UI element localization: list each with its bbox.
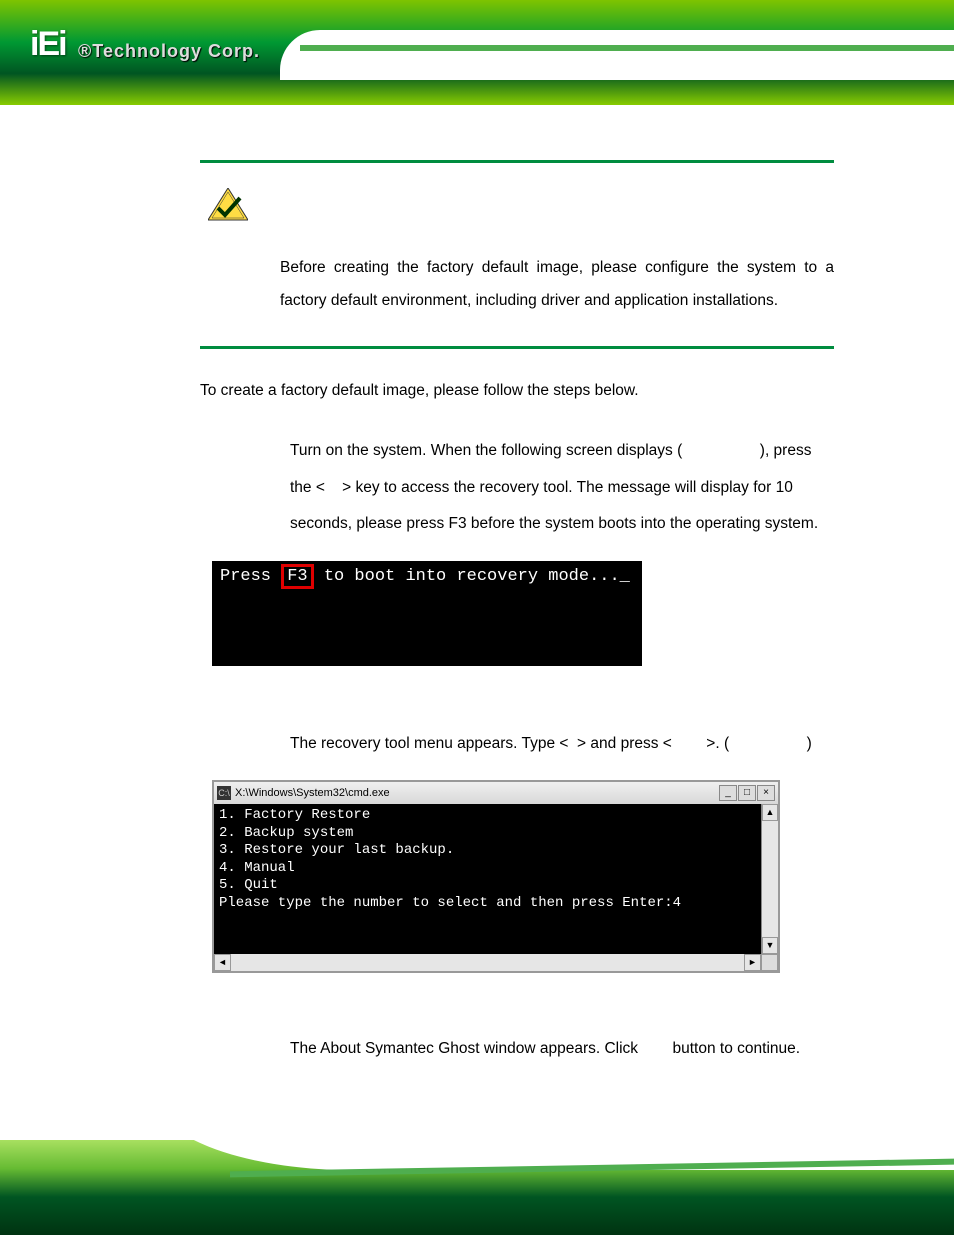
step-3: The About Symantec Ghost window appears.… — [200, 1031, 834, 1067]
step-1: Turn on the system. When the following s… — [200, 433, 834, 542]
page-content: Before creating the factory default imag… — [0, 105, 954, 1126]
note-box: Before creating the factory default imag… — [200, 160, 834, 349]
scroll-right-icon[interactable]: ► — [744, 954, 761, 971]
scroll-track[interactable] — [762, 821, 778, 937]
cmd-window: C:\ X:\Windows\System32\cmd.exe _ □ × 1.… — [212, 780, 780, 973]
checkmark-icon — [208, 188, 834, 227]
vertical-scrollbar[interactable]: ▲ ▼ — [761, 804, 778, 954]
minimize-button[interactable]: _ — [719, 785, 737, 801]
logo-mark: iEi — [30, 25, 66, 64]
scroll-left-icon[interactable]: ◄ — [214, 954, 231, 971]
scroll-track-h[interactable] — [231, 954, 744, 971]
scroll-down-icon[interactable]: ▼ — [762, 937, 778, 954]
intro-text: To create a factory default image, pleas… — [200, 379, 834, 404]
logo: iEi ®Technology Corp. — [30, 25, 260, 64]
boot-screen: Press F3 to boot into recovery mode..._ — [212, 561, 642, 666]
note-text: Before creating the factory default imag… — [200, 251, 834, 318]
logo-tagline: ®Technology Corp. — [78, 41, 260, 61]
boot-suffix: to boot into recovery mode..._ — [314, 567, 630, 586]
step-2: The recovery tool menu appears. Type < >… — [200, 726, 834, 762]
scroll-corner — [761, 954, 778, 971]
cmd-title-icon: C:\ — [217, 786, 231, 800]
scroll-up-icon[interactable]: ▲ — [762, 804, 778, 821]
boot-key-highlight: F3 — [281, 564, 313, 589]
maximize-button[interactable]: □ — [738, 785, 756, 801]
cmd-output: 1. Factory Restore 2. Backup system 3. R… — [214, 804, 761, 954]
header-banner: iEi ®Technology Corp. — [0, 0, 954, 105]
cmd-title: X:\Windows\System32\cmd.exe — [235, 787, 719, 799]
horizontal-scrollbar[interactable]: ◄ ► — [214, 954, 778, 971]
window-controls: _ □ × — [719, 785, 775, 801]
footer-banner — [0, 1140, 954, 1235]
cmd-body: 1. Factory Restore 2. Backup system 3. R… — [214, 804, 778, 954]
close-button[interactable]: × — [757, 785, 775, 801]
cmd-titlebar: C:\ X:\Windows\System32\cmd.exe _ □ × — [214, 782, 778, 804]
boot-prefix: Press — [220, 567, 281, 586]
